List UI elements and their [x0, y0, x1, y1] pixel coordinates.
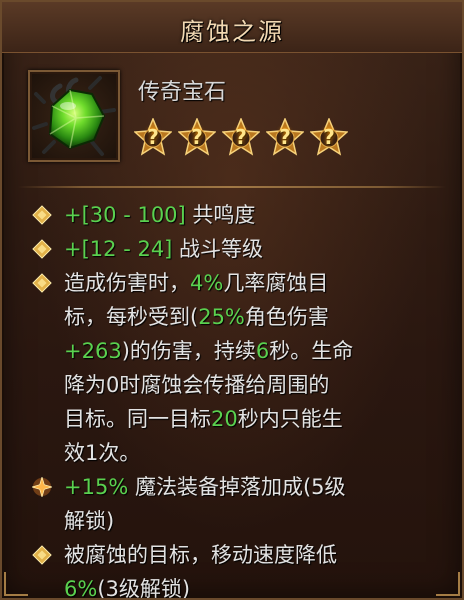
affix-value: +15% — [64, 475, 129, 499]
affix-label: 战斗等级 — [172, 237, 264, 261]
affix-label: (3级解锁) — [97, 577, 191, 600]
affix-value: + — [64, 203, 82, 227]
affix-line: +[12 - 24] 战斗等级 — [64, 232, 434, 266]
affix-label: 标，每秒受到( — [64, 305, 199, 329]
diamond-bullet-icon — [32, 273, 52, 293]
item-type-label: 传奇宝石 — [138, 80, 227, 105]
affix-label: 魔法装备掉落加成(5级 — [128, 475, 346, 499]
affix-text: +[12 - 24] 战斗等级 — [64, 232, 434, 266]
affix-line: 造成伤害时，4%几率腐蚀目 — [64, 266, 434, 300]
empty-socket: ? — [133, 117, 173, 156]
green-crystal-gem-icon — [32, 76, 116, 156]
affix-label: 解锁) — [64, 509, 115, 533]
diamond-bullet-icon — [32, 545, 52, 565]
section-divider — [18, 186, 446, 188]
socket-label: ? — [235, 125, 247, 149]
affix-value: +263 — [64, 339, 122, 363]
affix-text: +[30 - 100] 共鸣度 — [64, 198, 434, 232]
affix-line: +15% 魔法装备掉落加成(5级 — [64, 470, 434, 504]
affix-line: 目标。同一目标20秒内只能生 — [64, 402, 434, 436]
item-tooltip: 腐蚀之源 传奇宝石 ????? +[30 - 100] 共鸣度 +[12 - 24… — [0, 0, 464, 600]
socket-label: ? — [147, 125, 159, 149]
affix-value: 25% — [198, 305, 245, 329]
diamond-bullet-icon — [32, 239, 52, 259]
star-bullet-icon — [32, 477, 52, 497]
affix-line: 标，每秒受到(25%角色伤害 — [64, 300, 434, 334]
affix-label: 共鸣度 — [185, 203, 256, 227]
affix-value: [12 - 24] — [81, 237, 173, 261]
affix-label: 造成伤害时， — [64, 271, 190, 295]
frame-corner — [4, 572, 28, 596]
affix-label: 降为0时腐蚀会传播给周围的 — [64, 373, 330, 397]
affix-text: +15% 魔法装备掉落加成(5级 解锁) — [64, 470, 434, 538]
socket-label: ? — [279, 125, 291, 149]
affix-line: +263)的伤害，持续6秒。生命 — [64, 334, 434, 368]
affix-line: +[30 - 100] 共鸣度 — [64, 198, 434, 232]
affix-label: 效1次。 — [64, 441, 141, 465]
affix-value: 6 — [255, 339, 270, 363]
empty-socket: ? — [265, 117, 305, 156]
socket-label: ? — [191, 125, 203, 149]
affix-value: 20 — [211, 407, 238, 431]
affix-label: 几率腐蚀目 — [223, 271, 329, 295]
affix-label: 目标。同一目标 — [64, 407, 211, 431]
affix-line: 被腐蚀的目标，移动速度降低 — [64, 538, 434, 572]
affix-label: 被腐蚀的目标，移动速度降低 — [64, 543, 337, 567]
affix-value: 6% — [64, 577, 98, 600]
affix-value: [30 - 100] — [81, 203, 186, 227]
affix-label: 秒。生命 — [269, 339, 354, 363]
empty-socket: ? — [221, 117, 261, 156]
affix-text: 被腐蚀的目标，移动速度降低 6%(3级解锁) — [64, 538, 434, 600]
empty-socket: ? — [177, 117, 217, 156]
empty-socket: ? — [309, 117, 349, 156]
affix-label: 秒内只能生 — [237, 407, 343, 431]
affix-line: 效1次。 — [64, 436, 434, 470]
item-title: 腐蚀之源 — [180, 18, 284, 46]
tooltip-header: 腐蚀之源 — [2, 2, 462, 53]
diamond-bullet-icon — [32, 205, 52, 225]
affix-text: 造成伤害时，4%几率腐蚀目 标，每秒受到(25%角色伤害 +263)的伤害，持续6秒… — [64, 266, 434, 470]
affix-line: 6%(3级解锁) — [64, 572, 434, 600]
affix-value: + — [64, 237, 82, 261]
item-icon-frame — [28, 70, 120, 162]
frame-corner — [436, 572, 460, 596]
affix-label: )的伤害，持续 — [121, 339, 256, 363]
socket-label: ? — [323, 125, 335, 149]
affix-value: 4% — [190, 271, 224, 295]
affix-line: 解锁) — [64, 504, 434, 538]
affix-label: 角色伤害 — [244, 305, 329, 329]
affix-line: 降为0时腐蚀会传播给周围的 — [64, 368, 434, 402]
